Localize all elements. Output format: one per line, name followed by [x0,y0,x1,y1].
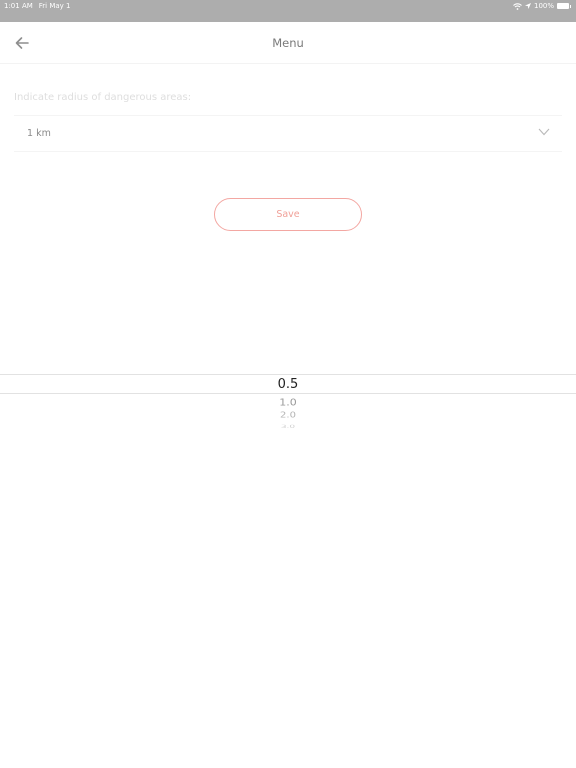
picker-option[interactable]: 2.0 [0,411,576,419]
picker-option[interactable]: 3.0 [0,425,576,430]
radius-picker[interactable]: 0.5 1.0 2.0 3.0 [0,374,576,436]
save-button[interactable]: Save [214,198,362,231]
picker-option-selected[interactable]: 0.5 [0,377,576,392]
radius-select[interactable]: 1 km [14,115,562,152]
status-left: 1:01 AM Fri May 1 [4,2,71,10]
status-date: Fri May 1 [38,2,71,10]
status-time: 1:01 AM [4,2,33,10]
picker-option[interactable]: 1.0 [0,397,576,409]
wifi-icon [513,2,522,10]
status-bar: 1:01 AM Fri May 1 100% [0,0,576,22]
page-title: Menu [272,36,304,50]
battery-percent: 100% [533,2,554,10]
chevron-down-icon [538,128,550,136]
status-right: 100% [513,2,571,10]
location-icon [524,3,531,9]
nav-bar: Menu [0,22,576,64]
battery-icon [557,3,571,9]
radius-select-value: 1 km [27,128,51,139]
radius-label: Indicate radius of dangerous areas: [14,92,192,103]
